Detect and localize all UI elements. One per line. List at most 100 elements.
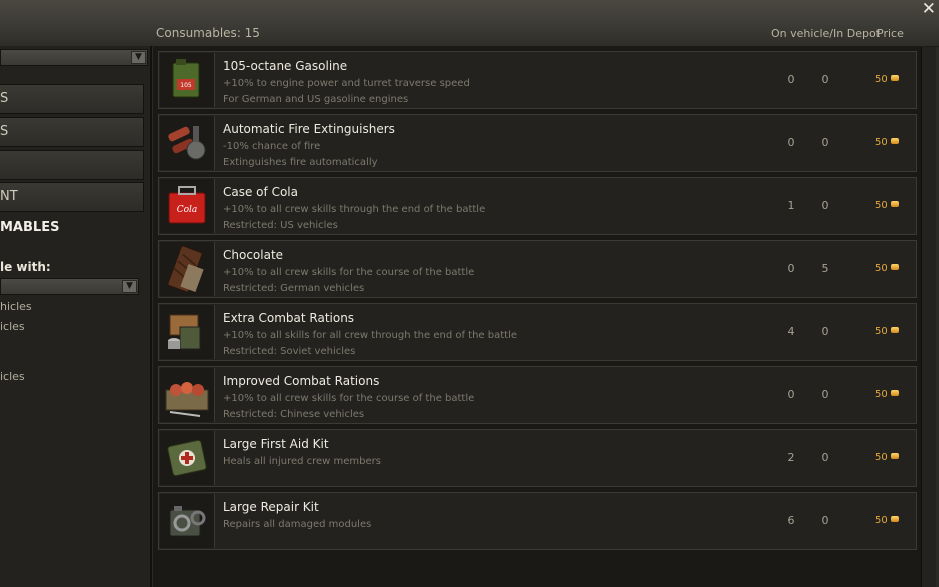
item-restriction: For German and US gasoline engines bbox=[223, 94, 409, 105]
gasoline-can-icon: 105 bbox=[160, 53, 215, 107]
item-description: Repairs all damaged modules bbox=[223, 519, 372, 530]
rations-crate-icon bbox=[160, 305, 215, 359]
item-name: Chocolate bbox=[223, 248, 284, 262]
nav-item-consumables[interactable]: MABLES bbox=[0, 214, 144, 244]
in-depot-count: 0 bbox=[821, 451, 829, 464]
in-depot-count: 5 bbox=[821, 262, 829, 275]
item-name: Extra Combat Rations bbox=[223, 311, 355, 325]
item-price: 50 bbox=[875, 389, 899, 400]
chevron-down-icon[interactable]: ▼ bbox=[122, 280, 137, 293]
price-value: 50 bbox=[875, 452, 888, 463]
close-icon[interactable]: ✕ bbox=[922, 0, 936, 19]
credits-icon bbox=[890, 264, 899, 270]
price-value: 50 bbox=[875, 137, 888, 148]
item-restriction: Restricted: German vehicles bbox=[223, 283, 365, 294]
on-vehicle-count: 4 bbox=[787, 325, 795, 338]
credits-icon bbox=[890, 453, 899, 459]
item-price: 50 bbox=[875, 515, 899, 526]
vehicle-dropdown[interactable]: ▼ bbox=[0, 49, 148, 66]
on-vehicle-count: 2 bbox=[787, 451, 795, 464]
item-restriction: Extinguishes fire automatically bbox=[223, 157, 378, 168]
item-price: 50 bbox=[875, 452, 899, 463]
consumable-row[interactable]: 105 105-octane Gasoline +10% to engine p… bbox=[158, 51, 917, 109]
price-value: 50 bbox=[875, 515, 888, 526]
in-depot-count: 0 bbox=[821, 388, 829, 401]
on-vehicle-count: 0 bbox=[787, 262, 795, 275]
on-vehicle-count: 0 bbox=[787, 136, 795, 149]
first-aid-kit-icon bbox=[160, 431, 215, 485]
repair-kit-icon bbox=[160, 494, 215, 548]
item-price: 50 bbox=[875, 74, 899, 85]
item-description: +10% to all crew skills for the course o… bbox=[223, 267, 475, 278]
filter-option-2[interactable]: icles bbox=[0, 320, 25, 333]
consumable-row[interactable]: Large Repair Kit Repairs all damaged mod… bbox=[158, 492, 917, 550]
item-restriction: Restricted: US vehicles bbox=[223, 220, 338, 231]
chevron-down-icon[interactable]: ▼ bbox=[131, 51, 146, 64]
item-description: Heals all injured crew members bbox=[223, 456, 381, 467]
item-description: +10% to all crew skills through the end … bbox=[223, 204, 486, 215]
compatibility-dropdown[interactable]: ▼ bbox=[0, 278, 139, 295]
item-description: +10% to all crew skills for the course o… bbox=[223, 393, 475, 404]
chocolate-bar-icon bbox=[160, 242, 215, 296]
credits-icon bbox=[890, 75, 899, 81]
svg-text:105: 105 bbox=[180, 82, 192, 89]
nav-item-label: S bbox=[0, 124, 9, 139]
filter-label: le with: bbox=[0, 260, 51, 274]
price-value: 50 bbox=[875, 74, 888, 85]
nav-item-equipment[interactable]: NT bbox=[0, 182, 144, 212]
item-name: Automatic Fire Extinguishers bbox=[223, 122, 395, 136]
item-description: -10% chance of fire bbox=[223, 141, 321, 152]
consumable-row[interactable]: Automatic Fire Extinguishers -10% chance… bbox=[158, 114, 917, 172]
item-name: Large First Aid Kit bbox=[223, 437, 329, 451]
credits-icon bbox=[890, 516, 899, 522]
credits-icon bbox=[890, 201, 899, 207]
nav-item-label: MABLES bbox=[0, 220, 60, 235]
column-header-on-vehicle-in-depot: On vehicle/In Depot bbox=[771, 27, 880, 40]
on-vehicle-count: 6 bbox=[787, 514, 795, 527]
nav-item-1[interactable]: S bbox=[0, 84, 144, 114]
on-vehicle-count: 0 bbox=[787, 73, 795, 86]
consumable-row[interactable]: Large First Aid Kit Heals all injured cr… bbox=[158, 429, 917, 487]
nav-item-2[interactable]: S bbox=[0, 117, 144, 147]
item-name: Large Repair Kit bbox=[223, 500, 319, 514]
svg-text:Cola: Cola bbox=[177, 205, 198, 215]
list-scrollbar[interactable] bbox=[921, 47, 936, 587]
item-price: 50 bbox=[875, 200, 899, 211]
item-name: Improved Combat Rations bbox=[223, 374, 380, 388]
filter-option-1[interactable]: hicles bbox=[0, 300, 32, 313]
nav-item-3[interactable] bbox=[0, 150, 144, 180]
on-vehicle-count: 1 bbox=[787, 199, 795, 212]
price-value: 50 bbox=[875, 263, 888, 274]
in-depot-count: 0 bbox=[821, 73, 829, 86]
item-description: +10% to engine power and turret traverse… bbox=[223, 78, 470, 89]
credits-icon bbox=[890, 138, 899, 144]
filter-option-3[interactable]: icles bbox=[0, 370, 25, 383]
item-price: 50 bbox=[875, 326, 899, 337]
column-header-price: Price bbox=[877, 27, 904, 40]
price-value: 50 bbox=[875, 389, 888, 400]
item-restriction: Restricted: Soviet vehicles bbox=[223, 346, 356, 357]
consumables-count: Consumables: 15 bbox=[156, 26, 260, 40]
item-restriction: Restricted: Chinese vehicles bbox=[223, 409, 365, 420]
consumable-row[interactable]: Cola Case of Cola +10% to all crew skill… bbox=[158, 177, 917, 235]
consumable-row[interactable]: Chocolate +10% to all crew skills for th… bbox=[158, 240, 917, 298]
fire-extinguisher-icon bbox=[160, 116, 215, 170]
consumable-row[interactable]: Extra Combat Rations +10% to all skills … bbox=[158, 303, 917, 361]
in-depot-count: 0 bbox=[821, 199, 829, 212]
left-filter-panel: ▼ S S NT MABLES le with: ▼ hicles icles … bbox=[0, 46, 152, 587]
in-depot-count: 0 bbox=[821, 325, 829, 338]
consumable-row[interactable]: Improved Combat Rations +10% to all crew… bbox=[158, 366, 917, 424]
in-depot-count: 0 bbox=[821, 136, 829, 149]
price-value: 50 bbox=[875, 200, 888, 211]
nav-item-label: NT bbox=[0, 189, 18, 204]
item-name: 105-octane Gasoline bbox=[223, 59, 348, 73]
cola-case-icon: Cola bbox=[160, 179, 215, 233]
credits-icon bbox=[890, 390, 899, 396]
item-name: Case of Cola bbox=[223, 185, 298, 199]
item-description: +10% to all skills for all crew through … bbox=[223, 330, 518, 341]
nav-item-label: S bbox=[0, 91, 9, 106]
price-value: 50 bbox=[875, 326, 888, 337]
food-tray-icon bbox=[160, 368, 215, 422]
in-depot-count: 0 bbox=[821, 514, 829, 527]
item-price: 50 bbox=[875, 137, 899, 148]
